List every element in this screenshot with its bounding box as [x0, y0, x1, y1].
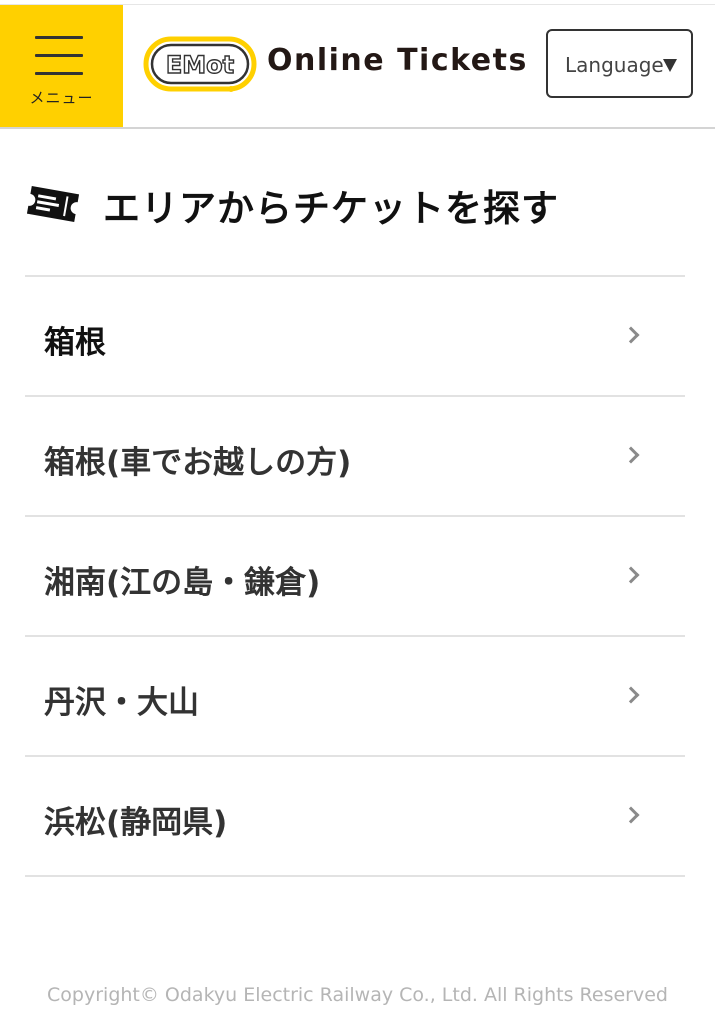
area-item-hakone[interactable]: 箱根: [25, 277, 685, 397]
chevron-right-icon: [622, 806, 640, 824]
area-list: 箱根 箱根(車でお越しの方) 湘南(江の島・鎌倉) 丹沢・大山 浜松(静岡県): [25, 275, 685, 877]
area-item-hamamatsu[interactable]: 浜松(静岡県): [25, 757, 685, 877]
hamburger-menu-icon: [35, 36, 83, 76]
site-header: メニュー EMot Online Tickets Language: [0, 5, 715, 129]
ticket-icon: [26, 186, 80, 222]
language-select[interactable]: Language: [546, 29, 693, 98]
emot-logo: EMot: [143, 36, 257, 92]
area-item-label: 箱根(車でお越しの方): [44, 445, 352, 481]
site-logo[interactable]: EMot Online Tickets: [143, 35, 533, 95]
logo-text: Online Tickets: [267, 43, 528, 78]
chevron-right-icon: [622, 686, 640, 704]
footer-copyright: Copyright© Odakyu Electric Railway Co., …: [47, 984, 668, 1006]
chevron-right-icon: [622, 566, 640, 584]
chevron-right-icon: [622, 326, 640, 344]
area-item-hakone-by-car[interactable]: 箱根(車でお越しの方): [25, 397, 685, 517]
logo-mark-text: EMot: [166, 51, 234, 79]
area-item-label: 丹沢・大山: [44, 685, 199, 721]
dropdown-arrow-icon: [663, 59, 677, 72]
area-item-label: 湘南(江の島・鎌倉): [44, 565, 321, 601]
area-item-tanzawa-oyama[interactable]: 丹沢・大山: [25, 637, 685, 757]
page-title: エリアからチケットを探す: [103, 187, 559, 230]
area-item-label: 浜松(静岡県): [44, 805, 228, 841]
menu-label: メニュー: [29, 89, 94, 107]
language-label: Language: [565, 53, 664, 77]
section-heading: エリアからチケットを探す: [25, 178, 685, 238]
area-item-shonan[interactable]: 湘南(江の島・鎌倉): [25, 517, 685, 637]
area-item-label: 箱根: [44, 325, 106, 361]
menu-button[interactable]: メニュー: [0, 5, 123, 127]
chevron-right-icon: [622, 446, 640, 464]
